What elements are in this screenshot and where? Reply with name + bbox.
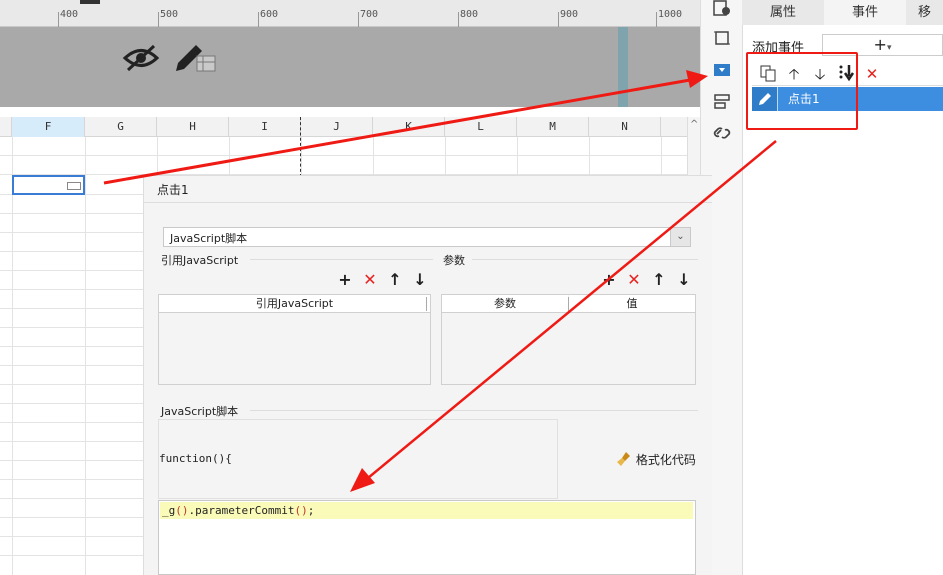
- column-header-j[interactable]: J: [301, 117, 373, 137]
- format-code-label: 格式化代码: [635, 453, 696, 467]
- script-section-label: JavaScript脚本: [161, 405, 239, 418]
- grid-line: [0, 155, 687, 156]
- panel-tabs: 属性 事件 移: [742, 0, 943, 25]
- move-down-ref-js-button[interactable]: ↓: [411, 271, 429, 289]
- ruler-tick: [258, 12, 259, 27]
- ruler-tick: [158, 12, 159, 27]
- move-up-param-button[interactable]: ↑: [650, 271, 668, 289]
- delete-param-button[interactable]: ✕: [625, 271, 643, 289]
- column-header-k[interactable]: K: [373, 117, 445, 137]
- grid-line: [12, 137, 13, 575]
- canvas-scroll-indicator: [618, 27, 628, 107]
- column-header-l[interactable]: L: [445, 117, 517, 137]
- ruler-tick: [558, 12, 559, 27]
- event-panel-icon[interactable]: [713, 61, 731, 79]
- move-up-ref-js-button[interactable]: ↑: [386, 271, 404, 289]
- grid-line: [85, 137, 86, 575]
- scroll-up-icon[interactable]: ^: [690, 119, 698, 130]
- chevron-down-icon[interactable]: ⌄: [670, 228, 690, 246]
- section-divider: [250, 259, 433, 260]
- ruler-label: 700: [360, 9, 379, 20]
- section-divider: [472, 259, 698, 260]
- delete-event-icon[interactable]: ✕: [862, 64, 882, 84]
- column-header-i[interactable]: I: [229, 117, 301, 137]
- code-paren: (): [294, 504, 308, 517]
- widget-box-icon[interactable]: [713, 29, 731, 47]
- delete-ref-js-button[interactable]: ✕: [361, 271, 379, 289]
- code-token: _g: [162, 504, 176, 517]
- move-down-param-button[interactable]: ↓: [675, 271, 693, 289]
- column-header-row: F G H I J K L M N: [0, 117, 687, 137]
- code-token: .parameterCommit: [188, 504, 295, 517]
- ruler-label: 800: [460, 9, 479, 20]
- dialog-title: 点击1: [157, 183, 189, 197]
- page-break-line: [300, 117, 301, 177]
- ref-js-table[interactable]: 引用JavaScript: [158, 294, 431, 385]
- code-token: ;: [307, 504, 315, 517]
- ruler-tick: [358, 12, 359, 27]
- column-separator: [426, 297, 427, 311]
- add-param-button[interactable]: +: [600, 271, 618, 289]
- edit-widget-icon[interactable]: [172, 41, 218, 75]
- cell-info-icon[interactable]: [713, 0, 731, 18]
- column-header-m[interactable]: M: [517, 117, 589, 137]
- ruler-marker: [80, 0, 100, 4]
- tab-properties[interactable]: 属性: [742, 0, 824, 25]
- column-header-h[interactable]: H: [157, 117, 229, 137]
- selected-cell[interactable]: [12, 175, 85, 195]
- dropdown-arrow-icon: ▾: [886, 43, 892, 53]
- canvas-widget-area[interactable]: [0, 27, 700, 107]
- tab-events[interactable]: 事件: [824, 0, 906, 25]
- layout-icon[interactable]: [713, 93, 731, 111]
- ref-js-section-label: 引用JavaScript: [161, 254, 239, 267]
- corner-cell: [0, 117, 12, 137]
- code-line[interactable]: _g().parameterCommit();: [160, 502, 693, 519]
- ruler-tick: [656, 12, 657, 27]
- function-header-text: function(){: [159, 452, 232, 465]
- event-type-value: JavaScript脚本: [170, 232, 248, 245]
- ruler-tick: [58, 12, 59, 27]
- param-name-column-header[interactable]: 参数: [442, 295, 568, 313]
- add-event-button-label: +: [873, 35, 887, 54]
- ruler-label: 500: [160, 9, 179, 20]
- ruler-label: 1000: [658, 9, 683, 20]
- dialog-title-divider: [143, 202, 712, 203]
- horizontal-ruler: 400 500 600 700 800 900 1000: [0, 0, 700, 27]
- format-code-button[interactable]: 格式化代码: [616, 451, 696, 468]
- params-table[interactable]: 参数 值: [441, 294, 696, 385]
- ruler-label: 600: [260, 9, 279, 20]
- section-divider: [250, 410, 698, 411]
- event-type-select[interactable]: JavaScript脚本 ⌄: [163, 227, 691, 247]
- annotation-highlight-box: [746, 52, 858, 130]
- code-paren: (): [175, 504, 189, 517]
- cell-widget-marker: [67, 182, 81, 190]
- column-header-n[interactable]: N: [589, 117, 661, 137]
- link-icon[interactable]: [713, 124, 731, 142]
- eye-hidden-icon[interactable]: [122, 43, 160, 73]
- ruler-label: 400: [60, 9, 79, 20]
- broom-icon: [617, 452, 630, 466]
- params-section-label: 参数: [443, 254, 465, 267]
- column-header-f[interactable]: F: [12, 117, 85, 137]
- ruler-label: 900: [560, 9, 579, 20]
- ruler-tick: [458, 12, 459, 27]
- add-ref-js-button[interactable]: +: [336, 271, 354, 289]
- column-header-g[interactable]: G: [85, 117, 157, 137]
- param-value-column-header[interactable]: 值: [569, 295, 695, 313]
- tab-mobile[interactable]: 移: [906, 0, 943, 25]
- ref-js-column-header[interactable]: 引用JavaScript: [159, 295, 430, 313]
